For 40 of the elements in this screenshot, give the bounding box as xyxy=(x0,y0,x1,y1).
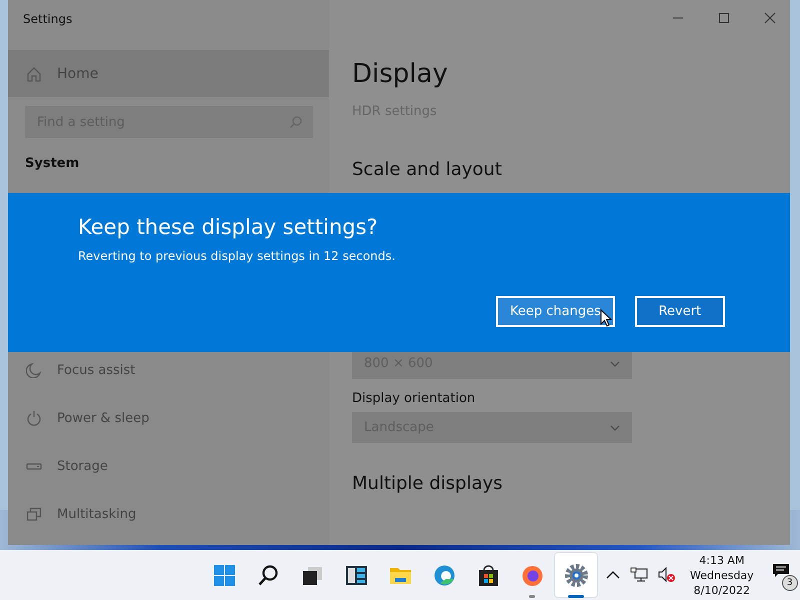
dialog-message: Reverting to previous display settings in 12 seconds. xyxy=(78,249,396,263)
dialog-title: Keep these display settings? xyxy=(78,215,379,239)
chevron-down-icon xyxy=(610,424,620,430)
home-icon xyxy=(26,66,42,82)
clock-date: 8/10/2022 xyxy=(692,582,752,598)
notification-icon xyxy=(772,563,790,579)
multitask-icon xyxy=(26,506,42,522)
sidebar-item[interactable]: Storage xyxy=(8,442,329,490)
section-heading: Multiple displays xyxy=(352,473,503,494)
close-icon xyxy=(764,12,776,24)
speaker-muted-icon xyxy=(658,567,676,583)
clock-time: 4:13 AM xyxy=(698,552,746,568)
sidebar-item[interactable]: Multitasking xyxy=(8,490,329,538)
window-title: Settings xyxy=(22,11,74,28)
dialog-button[interactable]: Revert xyxy=(634,296,725,327)
section-heading: System xyxy=(24,155,80,171)
home-nav-item[interactable]: Home xyxy=(8,50,329,97)
chevron-down-icon xyxy=(610,360,620,366)
clock-day: Wednesday xyxy=(690,568,754,582)
dialog-button[interactable]: Keep changes xyxy=(496,296,615,327)
start-icon xyxy=(212,562,236,588)
mouse-pointer-icon xyxy=(600,309,612,327)
page-title: Display xyxy=(352,58,448,90)
network-icon xyxy=(630,567,648,583)
settings-icon xyxy=(564,562,588,588)
edge-icon xyxy=(432,562,456,588)
running-indicator xyxy=(529,595,535,598)
chevron-up-icon xyxy=(606,571,620,579)
power-icon xyxy=(26,410,42,426)
sidebar-item[interactable]: Focus assist xyxy=(8,346,329,394)
running-indicator xyxy=(568,595,584,598)
clock[interactable]: 4:13 AM Wednesday 8/10/2022 xyxy=(690,552,754,598)
notification-count: 3 xyxy=(782,575,798,591)
search-icon xyxy=(256,562,280,588)
search-icon xyxy=(289,115,303,129)
section-heading: Scale and layout xyxy=(352,159,502,180)
sidebar-item[interactable]: Power & sleep xyxy=(8,394,329,442)
moon-icon xyxy=(26,362,42,378)
maximize-icon xyxy=(718,12,730,24)
field-label: Display orientation xyxy=(352,391,476,406)
